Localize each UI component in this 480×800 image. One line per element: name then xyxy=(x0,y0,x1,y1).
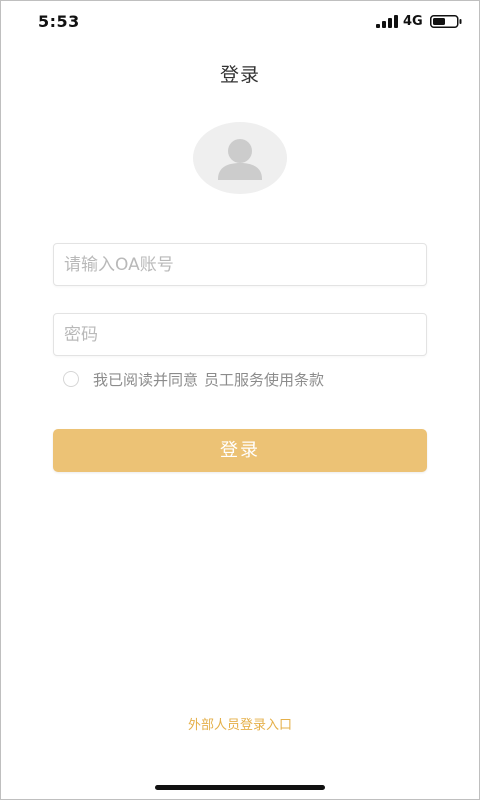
status-time: 5:53 xyxy=(38,12,80,31)
network-type: 4G xyxy=(403,14,423,29)
status-bar: 5:53 4G xyxy=(0,0,480,44)
page-title: 登录 xyxy=(219,64,260,86)
battery-icon xyxy=(430,15,462,28)
user-silhouette-icon xyxy=(218,139,262,180)
terms-link[interactable]: 员工服务使用条款 xyxy=(204,369,324,390)
external-login-link[interactable]: 外部人员登录入口 xyxy=(0,714,480,733)
agreement-row: 我已阅读并同意 员工服务使用条款 xyxy=(63,368,324,390)
signal-bars-icon xyxy=(376,15,398,28)
device-frame xyxy=(0,0,480,800)
login-button[interactable]: 登录 xyxy=(53,429,427,472)
home-indicator[interactable] xyxy=(155,785,325,790)
agreement-text: 我已阅读并同意 xyxy=(93,370,199,389)
password-input[interactable] xyxy=(54,314,426,355)
password-field[interactable] xyxy=(53,313,427,356)
agreement-checkbox[interactable] xyxy=(63,371,79,387)
avatar xyxy=(193,122,287,194)
account-field[interactable] xyxy=(53,243,427,286)
account-input[interactable] xyxy=(54,244,426,285)
